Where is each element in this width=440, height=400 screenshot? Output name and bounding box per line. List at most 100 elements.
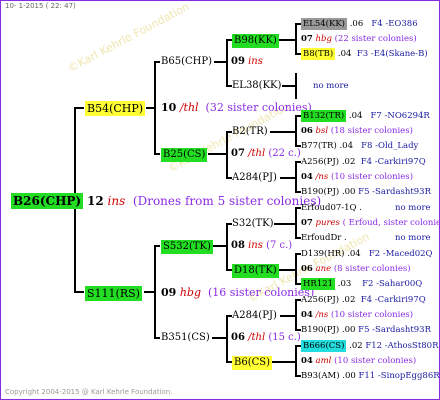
mff-queen[interactable]: S32(TK) (232, 218, 274, 230)
ff-info: 09 ins (231, 56, 263, 68)
mf-gen: 08 (231, 240, 245, 251)
row-20-name[interactable]: B666(CS) (301, 340, 347, 352)
mf-ins: ins (248, 240, 263, 251)
ff-queen[interactable]: B65(CHP) (161, 56, 212, 68)
fmm-queen[interactable]: A284(PJ) (232, 172, 277, 184)
row-6-ins: bsl (315, 126, 329, 136)
mm-info: 06 /thl (15 c.) (231, 332, 301, 344)
mother-ins: hbg (179, 286, 201, 299)
row-10-name[interactable]: B190(PJ) (301, 187, 339, 197)
father-ins: /thl (179, 101, 199, 114)
fmf-queen[interactable]: B2(TR) (232, 126, 268, 138)
fm-ins: /thl (248, 148, 266, 159)
mm-sisters: (15 c.) (268, 332, 301, 343)
row-7-name[interactable]: B77(TR) (301, 141, 337, 151)
row-5-gen: .04 (348, 111, 363, 121)
footer-copyright: Copyright 2004-2015 @ Karl Kehrle Founda… (5, 388, 173, 396)
mother-sisters: (16 sister colonies) (207, 286, 315, 299)
fm-gen: 07 (231, 148, 245, 159)
mother-gen: 09 (161, 286, 177, 299)
fm-info: 07 /thl (22 c.) (231, 148, 301, 160)
row-2-ins: hbg (315, 34, 332, 44)
ffm-queen[interactable]: EL38(KK) (232, 80, 281, 92)
row-17-right: F4 -Carkiri97Q (360, 295, 426, 305)
root-ins: ins (107, 194, 126, 208)
row-9-sisters: (10 sister colonies) (330, 172, 414, 182)
row-3-right: F3 -E4(Skane-B) (356, 49, 428, 59)
father-sisters: (32 sister colonies) (205, 101, 312, 114)
row-1-name[interactable]: EL54(KK) (301, 18, 347, 30)
row-20-right: F12 -AthosSt80R (365, 341, 439, 351)
row-16-name[interactable]: HR121 (301, 278, 336, 290)
row-3-name[interactable]: B8(TB) (301, 48, 336, 60)
root-queen[interactable]: B26(CHP) (11, 193, 84, 209)
row-13: ErfoudDr . (301, 232, 347, 244)
row-7: B77(TR) .04 F8 -Old_Lady (301, 140, 418, 152)
row-17-name[interactable]: A256(PJ) (301, 295, 339, 305)
row-11-right: no more (395, 203, 431, 213)
row-21-sisters: (10 sister colonies) (334, 356, 417, 366)
row-8-gen: .02 (341, 157, 356, 167)
row-6-sisters: (18 sister colonies) (330, 126, 413, 136)
row-14-gen: .04 (347, 249, 361, 259)
mf-queen[interactable]: S532(TK) (161, 240, 213, 254)
row-8-name[interactable]: A256(PJ) (301, 157, 339, 167)
row-11: Erfoud07-1Q . (301, 202, 362, 214)
father-queen[interactable]: B54(CHP) (85, 101, 146, 116)
row-19: B190(PJ) .00 F5 -Sardasht93R (301, 324, 431, 336)
row-16: HR121 .03 F2 -Sahar00Q (301, 278, 422, 290)
row-6-gen: 06 (301, 126, 313, 136)
row-4: no more (313, 80, 349, 92)
row-5-name[interactable]: B132(TR) (301, 110, 347, 122)
root-info: 12 ins (Drones from 5 sister colonies) (87, 194, 321, 208)
row-22-name[interactable]: B93(AM) (301, 371, 340, 381)
row-18: 04 /ns (10 sister colonies) (301, 309, 413, 321)
row-2: 07 hbg (22 sister colonies) (301, 33, 417, 45)
mother-info: 09 hbg (16 sister colonies) (161, 286, 314, 299)
row-21-ins: aml (315, 356, 332, 366)
row-22-right: F11 -SinopEgg86R (358, 371, 440, 381)
mm-queen[interactable]: B351(CS) (161, 332, 210, 344)
ff-gen: 09 (231, 56, 245, 67)
mother-queen[interactable]: S111(RS) (85, 286, 142, 301)
mmm-queen[interactable]: B6(CS) (232, 356, 273, 370)
row-1-gen: .06 (349, 19, 364, 29)
row-18-gen: 04 (301, 310, 313, 320)
row-11-name[interactable]: Erfoud07-1Q (301, 203, 357, 213)
fm-queen[interactable]: B25(CS) (161, 148, 208, 162)
row-22-gen: .00 (342, 371, 356, 381)
ff-ins: ins (248, 56, 263, 67)
row-6: 06 bsl (18 sister colonies) (301, 125, 413, 137)
row-19-right: F5 -Sardasht93R (358, 325, 431, 335)
row-13-name[interactable]: ErfoudDr (301, 233, 341, 243)
row-20: B666(CS) .02 F12 -AthosSt80R (301, 340, 438, 352)
row-15-sisters: (8 sister colonies) (333, 264, 411, 274)
row-12-gen: 07 (301, 218, 313, 228)
row-11-gen: . (359, 203, 362, 213)
mm-gen: 06 (231, 332, 245, 343)
row-10: B190(PJ) .00 F5 -Sardasht93R (301, 186, 431, 198)
row-14: D139(HR) .04 F2 -Maced02Q (301, 248, 433, 260)
row-1-right: F4 -EO386 (371, 19, 418, 29)
mmf-queen[interactable]: A284(PJ) (232, 310, 277, 322)
row-5-right: F7 -NO6294R (370, 111, 430, 121)
row-19-name[interactable]: B190(PJ) (301, 325, 339, 335)
fm-sisters: (22 c.) (268, 148, 301, 159)
row-13-right: no more (395, 233, 431, 243)
row-12-ins: pures (315, 218, 340, 228)
row-15-ins: ane (315, 264, 332, 274)
row-14-name[interactable]: D139(HR) (301, 249, 344, 259)
row-1: EL54(KK) .06 F4 -EO386 (301, 18, 418, 30)
row-9: 04 /ns (10 sister colonies) (301, 171, 413, 183)
row-19-gen: .00 (341, 325, 356, 335)
row-17: A256(PJ) .02 F4 -Carkiri97Q (301, 294, 426, 306)
mf-sisters: (7 c.) (266, 240, 293, 251)
fff-queen[interactable]: B98(KK) (232, 34, 279, 48)
mfm-queen[interactable]: D18(TK) (232, 264, 279, 278)
row-20-gen: .02 (349, 341, 363, 351)
row-2-sisters: (22 sister colonies) (334, 34, 417, 44)
mm-ins: /thl (248, 332, 266, 343)
header-date: 10- 1-2015 ( 22: 47) (5, 2, 76, 10)
father-info: 10 /thl (32 sister colonies) (161, 101, 312, 114)
row-15-gen: 06 (301, 264, 313, 274)
